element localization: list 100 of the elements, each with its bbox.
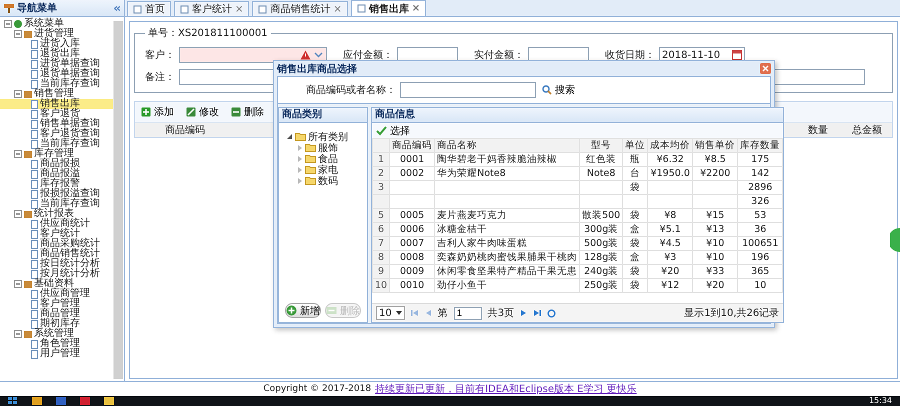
folder-icon	[23, 149, 33, 159]
table-cell: 袋	[622, 236, 648, 250]
refresh-icon[interactable]	[547, 308, 556, 318]
menu-item[interactable]: 商品管理	[0, 309, 113, 319]
folder-icon	[305, 154, 316, 163]
page-size-select[interactable]: 10	[376, 306, 405, 320]
table-cell: ¥5.1	[648, 222, 693, 236]
menu-item[interactable]: 库存报警	[0, 179, 113, 189]
table-cell: 袋	[622, 180, 648, 194]
table-cell: 0006	[390, 222, 435, 236]
warning-icon	[300, 50, 311, 60]
close-icon[interactable]: ×	[333, 4, 342, 14]
table-cell: ¥8.5	[692, 152, 738, 166]
tab[interactable]: 首页	[127, 1, 171, 16]
menu-item[interactable]: 商品报溢	[0, 169, 113, 179]
menu-item[interactable]: 退货单据查询	[0, 69, 113, 79]
row-number: 3	[372, 180, 390, 194]
select-button[interactable]: 选择	[374, 124, 412, 138]
menu-item[interactable]: 供应商管理	[0, 289, 113, 299]
category-item[interactable]: 家电	[318, 162, 338, 176]
menu-item[interactable]: 客户退货	[0, 109, 113, 119]
category-item[interactable]: 所有类别	[308, 130, 348, 144]
tree-toggle-icon[interactable]	[14, 90, 22, 98]
menu-item[interactable]: 用户管理	[0, 349, 113, 359]
row-number: 2	[372, 166, 390, 180]
tree-item[interactable]: 库存管理	[34, 149, 74, 159]
first-page-icon[interactable]	[410, 309, 419, 317]
tree-item[interactable]: 系统菜单	[24, 19, 64, 29]
toolbar-button[interactable]: 添加	[139, 104, 176, 120]
menu-item[interactable]: 商品采购统计	[0, 239, 113, 249]
search-field[interactable]	[400, 82, 536, 98]
table-cell: ¥4.5	[648, 236, 693, 250]
table-cell: ¥10	[692, 250, 738, 264]
table-cell: 台	[622, 166, 648, 180]
toolbar-button[interactable]: 修改	[184, 104, 221, 120]
tab[interactable]: 商品销售统计 ×	[252, 1, 348, 16]
table-cell: ¥12	[648, 278, 693, 292]
close-icon[interactable]	[760, 63, 771, 74]
dropdown-icon[interactable]	[314, 52, 323, 58]
toolbar-button[interactable]: 删除	[229, 104, 266, 120]
menu-item[interactable]: 当前库存查询	[0, 199, 113, 209]
category-item[interactable]: 食品	[318, 152, 338, 166]
menu-item[interactable]: 进货单据查询	[0, 59, 113, 69]
table-cell: 365	[738, 264, 783, 278]
table-cell: ¥8	[648, 208, 693, 222]
tree-toggle-icon[interactable]	[14, 30, 22, 38]
scrollbar[interactable]	[113, 21, 123, 379]
next-page-icon[interactable]	[520, 309, 528, 317]
tree-toggle-icon[interactable]	[14, 150, 22, 158]
previous-page-icon[interactable]	[424, 309, 432, 317]
row-number: 9	[372, 264, 390, 278]
menu-item[interactable]: 按月统计分析	[0, 269, 113, 279]
tree-item[interactable]: 基础资料	[34, 279, 74, 289]
menu-item[interactable]: 退货出库	[0, 49, 113, 59]
menu-item[interactable]: 销售出库	[0, 99, 113, 109]
close-icon[interactable]: ×	[412, 3, 420, 14]
menu-item[interactable]: 期初库存	[0, 319, 113, 329]
menu-item[interactable]: 客户统计	[0, 229, 113, 239]
category-item[interactable]: 数码	[318, 174, 338, 188]
menu-item[interactable]: 客户退货查询	[0, 129, 113, 139]
tree-toggle-icon[interactable]	[14, 210, 22, 218]
calendar-icon[interactable]	[732, 50, 742, 60]
menu-item[interactable]: 客户管理	[0, 299, 113, 309]
row-number: 10	[372, 278, 390, 292]
side-float-icon[interactable]	[890, 228, 900, 252]
tree-item[interactable]: 系统管理	[34, 329, 74, 339]
menu-item[interactable]: 按日统计分析	[0, 259, 113, 269]
last-page-icon[interactable]	[533, 309, 542, 317]
table-cell	[390, 180, 435, 194]
tree-toggle-icon[interactable]	[4, 20, 12, 28]
menu-item[interactable]: 商品销售统计	[0, 249, 113, 259]
menu-item[interactable]: 当前库存查询	[0, 79, 113, 89]
customer-combo-field[interactable]	[179, 47, 327, 63]
menu-item[interactable]: 报损报溢查询	[0, 189, 113, 199]
tree-item[interactable]: 销售管理	[34, 89, 74, 99]
tree-item[interactable]: 进货管理	[34, 29, 74, 39]
tab[interactable]: 销售出库 ×	[350, 0, 426, 16]
menu-item[interactable]: 供应商统计	[0, 219, 113, 229]
menu-item[interactable]: 商品报损	[0, 159, 113, 169]
menu-item[interactable]: 进货入库	[0, 39, 113, 49]
menu-item[interactable]: 角色管理	[0, 339, 113, 349]
table-cell: 冰糖金桔干	[434, 222, 580, 236]
category-item[interactable]: 服饰	[318, 140, 338, 154]
search-button[interactable]: 搜索	[540, 83, 577, 97]
expand-arrow-icon[interactable]	[287, 134, 293, 140]
start-icon[interactable]	[8, 397, 18, 405]
page-number-field[interactable]: 1	[454, 306, 482, 320]
menu-item[interactable]: 当前库存查询	[0, 139, 113, 149]
category-button[interactable]: 新增	[285, 303, 321, 318]
tree-toggle-icon[interactable]	[14, 330, 22, 338]
field-label: 实付金额：	[474, 48, 524, 62]
table-cell: 196	[738, 250, 783, 264]
footer-link[interactable]: 持续更新已更新，目前有IDEA和Eclipse版本 E学习 更快乐	[375, 382, 637, 396]
table-cell: 53	[738, 208, 783, 222]
tree-item[interactable]: 统计报表	[34, 209, 74, 219]
table-cell: ¥15	[692, 208, 738, 222]
tree-toggle-icon[interactable]	[14, 280, 22, 288]
tab[interactable]: 客户统计 ×	[174, 1, 250, 16]
menu-item[interactable]: 销售单据查询	[0, 119, 113, 129]
close-icon[interactable]: ×	[235, 4, 244, 14]
